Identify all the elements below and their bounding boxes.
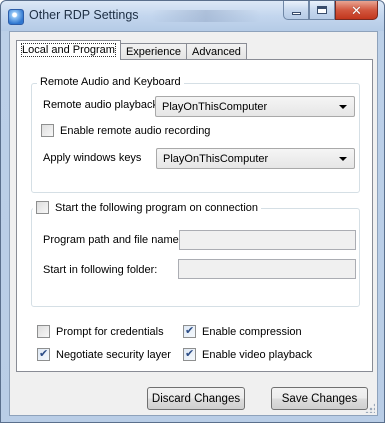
start-folder-label: Start in following folder: [43, 264, 158, 276]
audio-playback-value: PlayOnThisComputer [162, 101, 268, 113]
settings-window: Other RDP Settings ✕ Local and Program E… [0, 0, 385, 423]
minimize-button[interactable] [283, 1, 309, 20]
windows-keys-value: PlayOnThisComputer [163, 153, 269, 165]
playback-label: Remote audio playback: [43, 99, 162, 111]
tab-experience[interactable]: Experience [119, 43, 187, 60]
audio-playback-dropdown[interactable]: PlayOnThisComputer [155, 96, 355, 117]
close-icon: ✕ [351, 2, 362, 18]
tab-panel: Remote Audio and Keyboard Remote audio p… [16, 59, 373, 372]
checkmark-icon: ✔ [185, 325, 195, 337]
window-title: Other RDP Settings [29, 8, 139, 22]
audio-recording-label: Enable remote audio recording [60, 124, 211, 137]
close-button[interactable]: ✕ [335, 1, 378, 20]
title-bar[interactable]: Other RDP Settings ✕ [1, 1, 384, 31]
tab-label: Experience [125, 46, 181, 58]
maximize-icon [317, 6, 327, 14]
enable-compression-label: Enable compression [202, 325, 302, 338]
chevron-down-icon [339, 157, 347, 161]
start-program-checkbox-row[interactable]: Start the following program on connectio… [33, 201, 262, 214]
minimize-icon [291, 11, 301, 15]
checkmark-icon: ✔ [39, 348, 49, 360]
start-program-label: Start the following program on connectio… [55, 201, 259, 214]
start-folder-input[interactable] [178, 259, 356, 279]
checkmark-icon: ✔ [185, 348, 195, 360]
negotiate-security-row[interactable]: ✔ Negotiate security layer [37, 348, 171, 361]
prompt-credentials-label: Prompt for credentials [56, 325, 164, 338]
tab-label: Advanced [192, 46, 241, 58]
tab-label: Local and Program [21, 43, 116, 57]
tab-strip: Local and Program Experience Advanced [16, 40, 247, 60]
windows-keys-dropdown[interactable]: PlayOnThisComputer [156, 148, 355, 169]
start-program-group: Start the following program on connectio… [31, 201, 360, 307]
dialog-client-area: Local and Program Experience Advanced Re… [9, 31, 378, 416]
enable-video-row[interactable]: ✔ Enable video playback [183, 348, 312, 361]
audio-keyboard-group: Remote Audio and Keyboard Remote audio p… [31, 76, 360, 193]
negotiate-security-label: Negotiate security layer [56, 348, 171, 361]
negotiate-security-checkbox[interactable]: ✔ [37, 348, 50, 361]
windows-keys-label: Apply windows keys [43, 152, 142, 164]
rdp-app-icon [8, 9, 24, 25]
caption-buttons: ✕ [283, 1, 378, 21]
enable-video-checkbox[interactable]: ✔ [183, 348, 196, 361]
audio-recording-checkbox-row[interactable]: Enable remote audio recording [41, 124, 210, 137]
audio-group-title: Remote Audio and Keyboard [37, 76, 184, 88]
tab-advanced[interactable]: Advanced [186, 43, 247, 60]
enable-compression-checkbox[interactable]: ✔ [183, 325, 196, 338]
chevron-down-icon [339, 105, 347, 109]
program-path-input[interactable] [179, 230, 356, 250]
program-path-label: Program path and file name: [43, 234, 182, 246]
maximize-button[interactable] [309, 1, 335, 20]
start-program-checkbox[interactable] [36, 201, 49, 214]
prompt-credentials-checkbox[interactable] [37, 325, 50, 338]
prompt-credentials-row[interactable]: Prompt for credentials [37, 325, 164, 338]
blurred-title-area [151, 10, 261, 22]
discard-changes-button[interactable]: Discard Changes [147, 387, 245, 410]
save-changes-button[interactable]: Save Changes [271, 387, 368, 410]
enable-video-label: Enable video playback [202, 348, 313, 361]
enable-compression-row[interactable]: ✔ Enable compression [183, 325, 302, 338]
audio-recording-checkbox[interactable] [41, 124, 54, 137]
tab-local-and-program[interactable]: Local and Program [16, 40, 121, 60]
